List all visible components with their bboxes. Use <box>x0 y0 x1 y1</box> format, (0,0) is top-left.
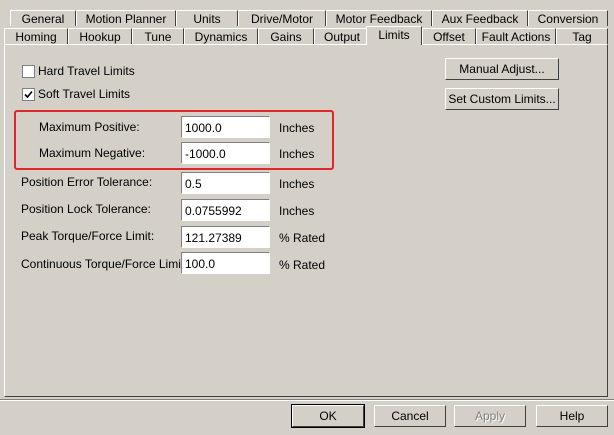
cancel-button[interactable]: Cancel <box>374 405 446 427</box>
tab-gains[interactable]: Gains <box>258 28 314 44</box>
manual-adjust-button[interactable]: Manual Adjust... <box>445 58 559 80</box>
tab-motor-feedback[interactable]: Motor Feedback <box>326 10 432 26</box>
position-error-tolerance-unit: Inches <box>279 177 315 191</box>
tab-conversion[interactable]: Conversion <box>528 10 608 26</box>
continuous-torque-limit-unit: % Rated <box>279 258 326 272</box>
soft-travel-limits-checkbox[interactable] <box>22 88 35 101</box>
hard-travel-limits-label: Hard Travel Limits <box>38 64 135 78</box>
tab-homing[interactable]: Homing <box>4 28 68 44</box>
help-button[interactable]: Help <box>536 405 608 427</box>
tab-aux-feedback[interactable]: Aux Feedback <box>432 10 528 26</box>
apply-button[interactable]: Apply <box>454 405 526 427</box>
position-error-tolerance-label: Position Error Tolerance: <box>21 175 153 189</box>
tab-offset[interactable]: Offset <box>422 28 476 44</box>
position-error-tolerance-input[interactable] <box>181 172 270 194</box>
tab-output[interactable]: Output <box>314 28 370 44</box>
tab-units[interactable]: Units <box>176 10 238 26</box>
tab-general[interactable]: General <box>10 10 76 26</box>
tab-hookup[interactable]: Hookup <box>68 28 132 44</box>
highlight-box <box>14 110 334 170</box>
peak-torque-limit-unit: % Rated <box>279 231 326 245</box>
soft-travel-limits-label: Soft Travel Limits <box>38 87 131 101</box>
tab-tune[interactable]: Tune <box>132 28 184 44</box>
tab-drive-motor[interactable]: Drive/Motor <box>238 10 326 26</box>
continuous-torque-limit-input[interactable] <box>181 252 270 274</box>
limits-panel: Hard Travel Limits Soft Travel Limits Ma… <box>4 44 608 397</box>
ok-button[interactable]: OK <box>291 404 365 428</box>
tab-dynamics[interactable]: Dynamics <box>184 28 258 44</box>
tab-tag[interactable]: Tag <box>556 28 608 44</box>
footer-separator-light <box>0 400 614 401</box>
tab-motion-planner[interactable]: Motion Planner <box>76 10 176 26</box>
tab-limits[interactable]: Limits <box>366 26 422 45</box>
position-lock-tolerance-input[interactable] <box>181 199 270 221</box>
set-custom-limits-button[interactable]: Set Custom Limits... <box>445 88 559 110</box>
continuous-torque-limit-label: Continuous Torque/Force Limit: <box>21 257 188 271</box>
checkmark-icon <box>24 90 33 99</box>
hard-travel-limits-checkbox[interactable] <box>22 65 35 78</box>
peak-torque-limit-input[interactable] <box>181 226 270 248</box>
tab-fault-actions[interactable]: Fault Actions <box>476 28 556 44</box>
position-lock-tolerance-label: Position Lock Tolerance: <box>21 202 151 216</box>
peak-torque-limit-label: Peak Torque/Force Limit: <box>21 229 155 243</box>
position-lock-tolerance-unit: Inches <box>279 204 315 218</box>
